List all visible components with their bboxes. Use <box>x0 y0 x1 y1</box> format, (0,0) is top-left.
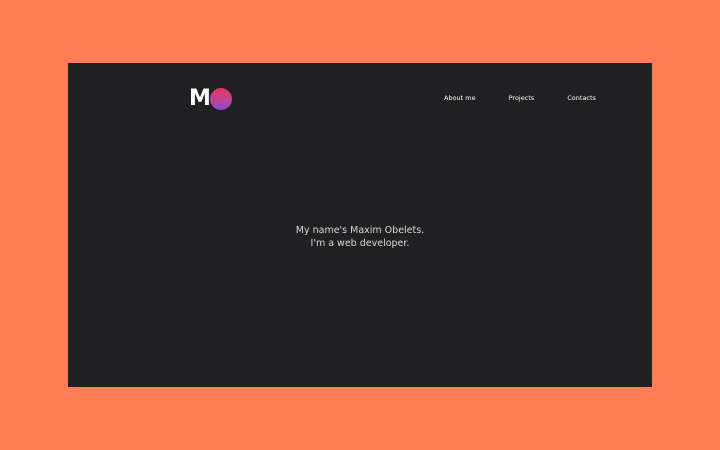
nav-link-about-me[interactable]: About me <box>444 94 476 103</box>
hero-line-name: My name's Maxim Obelets. <box>295 225 425 236</box>
nav-link-contacts[interactable]: Contacts <box>567 94 596 103</box>
main-nav: About me Projects Contacts <box>444 94 596 103</box>
logo-letter: M <box>189 86 211 111</box>
nav-link-projects[interactable]: Projects <box>509 94 535 103</box>
site-logo[interactable]: M <box>189 87 232 111</box>
hero-intro: My name's Maxim Obelets. I'm a web devel… <box>68 225 652 250</box>
hero-line-role: I'm a web developer. <box>310 237 410 249</box>
site-frame: M About me Projects Contacts My name's M… <box>68 63 652 387</box>
logo-circle-icon <box>209 88 232 110</box>
